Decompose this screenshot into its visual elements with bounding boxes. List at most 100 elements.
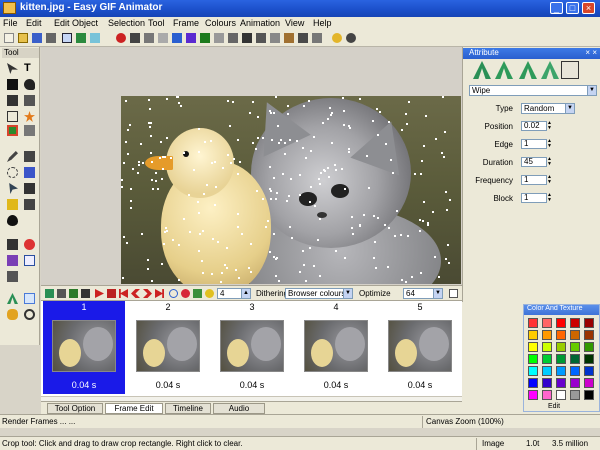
delete-frame-icon[interactable]: [81, 289, 90, 298]
color-swatch[interactable]: [584, 354, 594, 364]
magnifier-icon[interactable]: [24, 309, 35, 320]
frame-thumbnail[interactable]: 1 0.04 s: [43, 301, 125, 394]
add-frame-icon[interactable]: [45, 289, 54, 298]
duplicate-frame-icon[interactable]: [69, 289, 78, 298]
pen-icon[interactable]: [7, 151, 18, 162]
eyedropper-icon[interactable]: [76, 33, 86, 43]
color-swatch[interactable]: [570, 318, 580, 328]
color-swatch[interactable]: [584, 366, 594, 376]
preview-icon[interactable]: [332, 33, 342, 43]
frame-thumbnail[interactable]: 2 0.04 s: [127, 301, 209, 394]
print-icon[interactable]: [46, 33, 56, 43]
minimize-button[interactable]: _: [550, 2, 563, 14]
color-swatch[interactable]: [542, 366, 552, 376]
tab-tool-option[interactable]: Tool Option: [47, 403, 103, 414]
color-swatch[interactable]: [542, 342, 552, 352]
menu-frame[interactable]: Frame: [173, 18, 199, 28]
color-swatch[interactable]: [584, 390, 594, 400]
color-wheel-icon[interactable]: [193, 289, 202, 298]
redo-icon[interactable]: [186, 33, 196, 43]
brush-icon[interactable]: [90, 33, 100, 43]
image-icon[interactable]: [7, 95, 18, 106]
frame-icon[interactable]: [284, 33, 294, 43]
effect-style-4-icon[interactable]: [541, 61, 559, 79]
menu-edit-object[interactable]: Edit Object: [54, 18, 98, 28]
stop-icon[interactable]: [107, 289, 116, 298]
first-frame-icon[interactable]: [119, 289, 128, 298]
crop-icon[interactable]: [62, 33, 72, 43]
color-swatch[interactable]: [556, 366, 566, 376]
effect-icon[interactable]: [298, 33, 308, 43]
attribute-panel-close[interactable]: × ×: [585, 48, 597, 57]
spin-arrows-icon[interactable]: ▲ ▼: [547, 139, 552, 149]
color-swatch[interactable]: [570, 330, 580, 340]
spin-arrows-icon[interactable]: ▲ ▼: [547, 175, 552, 185]
menu-selection[interactable]: Selection: [108, 18, 145, 28]
trash-icon[interactable]: [7, 239, 18, 250]
copy-icon[interactable]: [144, 33, 154, 43]
spin-arrows-icon[interactable]: ▲ ▼: [547, 121, 552, 131]
color-swatch[interactable]: [556, 378, 566, 388]
select-arrow-icon[interactable]: [7, 63, 18, 74]
color-edit-button[interactable]: Edit: [548, 403, 560, 410]
color-swatch[interactable]: [542, 330, 552, 340]
fill-icon[interactable]: [24, 167, 35, 178]
frame-number-input[interactable]: 4 ▲: [217, 288, 251, 299]
page-icon[interactable]: [7, 111, 18, 122]
color-swatch[interactable]: [570, 390, 580, 400]
color-swatch[interactable]: [528, 366, 538, 376]
stop-icon[interactable]: [24, 239, 35, 250]
menu-tool[interactable]: Tool: [148, 18, 165, 28]
color-swatch[interactable]: [528, 390, 538, 400]
paste-icon[interactable]: [158, 33, 168, 43]
undo-icon[interactable]: [172, 33, 182, 43]
settings-icon[interactable]: [7, 271, 18, 282]
attr-duration-input[interactable]: 45 ▲ ▼: [521, 157, 552, 167]
workspace[interactable]: [41, 47, 462, 285]
effect-pen-icon[interactable]: [561, 61, 579, 79]
rectangle-icon[interactable]: [7, 79, 18, 90]
attr-type-select[interactable]: Random ▼: [521, 103, 575, 114]
color-swatch[interactable]: [556, 330, 566, 340]
dropper-icon[interactable]: [24, 199, 35, 210]
text-effect-icon[interactable]: [7, 293, 18, 304]
menu-edit[interactable]: Edit: [26, 18, 42, 28]
frame-thumbnail[interactable]: 4 0.04 s: [295, 301, 377, 394]
zoom-icon[interactable]: [228, 33, 238, 43]
shape-icon[interactable]: [24, 79, 35, 90]
frame-thumbnail[interactable]: 3 0.04 s: [211, 301, 293, 394]
spin-arrows-icon[interactable]: ▲ ▼: [547, 193, 552, 203]
star-icon[interactable]: [24, 111, 35, 122]
menu-help[interactable]: Help: [313, 18, 332, 28]
tab-audio[interactable]: Audio: [213, 403, 265, 414]
frame-image-icon[interactable]: [7, 125, 18, 136]
flip-icon[interactable]: [256, 33, 266, 43]
lasso-icon[interactable]: [24, 95, 35, 106]
color-swatch[interactable]: [528, 330, 538, 340]
color-swatch[interactable]: [556, 390, 566, 400]
color-swatch[interactable]: [528, 318, 538, 328]
color-swatch[interactable]: [528, 378, 538, 388]
tab-frame-edit[interactable]: Frame Edit: [105, 403, 163, 414]
spin-arrows-icon[interactable]: ▲ ▼: [547, 157, 552, 167]
optimize-select[interactable]: 64 ▼: [403, 288, 443, 299]
insert-frame-icon[interactable]: [57, 289, 66, 298]
color-swatch[interactable]: [528, 354, 538, 364]
color-swatch[interactable]: [584, 330, 594, 340]
color-swatch[interactable]: [542, 354, 552, 364]
color-swatch[interactable]: [542, 318, 552, 328]
open-icon[interactable]: [18, 33, 28, 43]
spin-arrows-icon[interactable]: ▲: [241, 289, 250, 298]
attr-edge-input[interactable]: 1 ▲ ▼: [521, 139, 552, 149]
loop-icon[interactable]: [169, 289, 178, 298]
image-canvas[interactable]: [121, 96, 461, 284]
draw-icon[interactable]: [200, 33, 210, 43]
record-icon[interactable]: [116, 33, 126, 43]
text-icon[interactable]: [214, 33, 224, 43]
frame-thumbnail[interactable]: 5 0.04 s: [379, 301, 461, 394]
color-swatch[interactable]: [570, 366, 580, 376]
color-swatch[interactable]: [556, 318, 566, 328]
color-swatch[interactable]: [556, 342, 566, 352]
play-icon[interactable]: [95, 289, 104, 298]
eraser-icon[interactable]: [7, 199, 18, 210]
